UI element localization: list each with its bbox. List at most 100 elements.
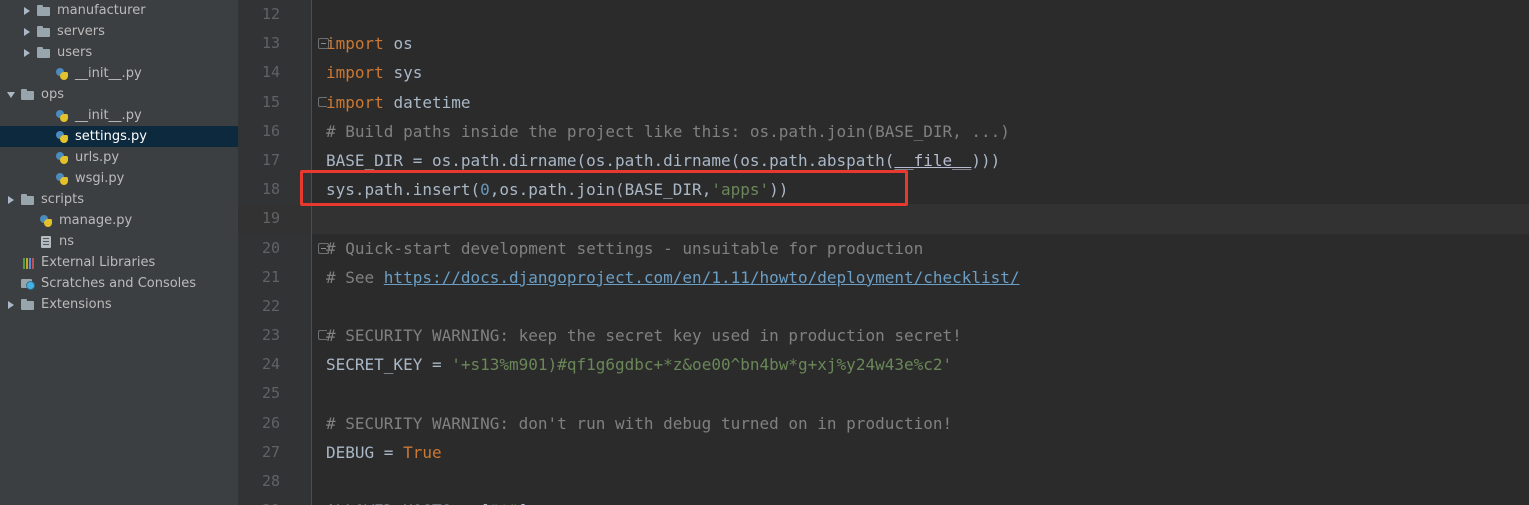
tree-item-label: urls.py xyxy=(75,150,120,165)
line-highlight xyxy=(312,438,1529,467)
code-line-18[interactable]: 18 sys.path.insert(0,os.path.join(BASE_DI… xyxy=(238,175,1529,204)
project-tree-panel[interactable]: manufacturer servers users __init__.py ops __… xyxy=(0,0,238,505)
line-highlight xyxy=(312,88,1529,117)
code-token: import xyxy=(326,92,394,112)
line-number: 28 xyxy=(261,472,280,490)
code-line-14[interactable]: 14 import sys xyxy=(238,58,1529,87)
chevron-down-icon[interactable] xyxy=(6,89,17,100)
tree-item-servers[interactable]: servers xyxy=(0,21,238,42)
tree-item-wsgi-py[interactable]: wsgi.py xyxy=(0,168,238,189)
tree-item-settings-py[interactable]: settings.py xyxy=(0,126,238,147)
code-line-28[interactable]: 28 xyxy=(238,467,1529,496)
code-token: sys xyxy=(393,63,423,83)
folder-icon xyxy=(20,192,36,208)
line-number: 14 xyxy=(261,63,280,82)
code-line-15[interactable]: 15 import datetime xyxy=(238,88,1529,117)
code-lines-container[interactable]: 12 13 import os 14 import sys 15 import dateti… xyxy=(238,0,1529,505)
chevron-right-icon[interactable] xyxy=(6,299,17,310)
fold-region-end-icon[interactable] xyxy=(318,96,327,107)
code-line-13[interactable]: 13 import os xyxy=(238,29,1529,58)
code-token: # See xyxy=(326,267,384,287)
tree-item-label: ns xyxy=(59,234,75,249)
fold-region-end-icon[interactable] xyxy=(318,330,327,341)
code-line-27[interactable]: 27 DEBUG = True xyxy=(238,438,1529,467)
line-number: 21 xyxy=(261,267,280,286)
code-line-17[interactable]: 17 BASE_DIR = os.path.dirname(os.path.dir… xyxy=(238,146,1529,175)
tree-item-ops[interactable]: ops xyxy=(0,84,238,105)
tree-item-external-libraries[interactable]: External Libraries xyxy=(0,252,238,273)
line-number: 22 xyxy=(261,296,280,315)
folder-icon xyxy=(36,24,52,40)
code-line-text: SECRET_KEY = '+s13%m901)#qf1g6gdbc+*z&oe… xyxy=(326,350,952,379)
code-line-21[interactable]: 21 # See https://docs.djangoproject.com/e… xyxy=(238,263,1529,292)
fold-collapse-icon[interactable] xyxy=(318,242,329,254)
tree-item-scratches-and-consoles[interactable]: Scratches and Consoles xyxy=(0,273,238,294)
code-token[interactable]: https://docs.djangoproject.com/en/1.11/h… xyxy=(384,268,1020,287)
line-number: 27 xyxy=(261,442,280,461)
tree-item-label: External Libraries xyxy=(41,255,156,270)
code-line-22[interactable]: 22 xyxy=(238,292,1529,321)
line-highlight xyxy=(312,29,1529,58)
fold-collapse-icon[interactable] xyxy=(318,38,329,50)
code-line-26[interactable]: 26 # SECURITY WARNING: don't run with deb… xyxy=(238,409,1529,438)
line-number: 17 xyxy=(261,150,280,169)
code-line-text: import os xyxy=(326,29,413,58)
folder-icon xyxy=(20,87,36,103)
tree-item-label: servers xyxy=(57,24,105,39)
python-file-icon xyxy=(54,150,70,166)
line-number: 24 xyxy=(261,355,280,374)
line-highlight xyxy=(312,467,1529,496)
tree-item-label: __init__.py xyxy=(75,108,142,123)
python-file-icon xyxy=(54,108,70,124)
chevron-right-icon[interactable] xyxy=(6,194,17,205)
python-file-icon xyxy=(54,66,70,82)
code-token: "*" xyxy=(490,501,519,505)
code-line-text: # SECURITY WARNING: don't run with debug… xyxy=(326,409,952,438)
tree-item-scripts[interactable]: scripts xyxy=(0,189,238,210)
ide-window: manufacturer servers users __init__.py ops __… xyxy=(0,0,1529,505)
tree-item-label: ops xyxy=(41,87,64,102)
tree-item-init-py[interactable]: __init__.py xyxy=(0,63,238,84)
code-token: ALLOWED_HOSTS = [ xyxy=(326,501,490,505)
folder-icon xyxy=(20,297,36,313)
code-token: datetime xyxy=(393,92,471,112)
folder-icon xyxy=(36,3,52,19)
code-line-25[interactable]: 25 xyxy=(238,379,1529,408)
code-token: True xyxy=(403,442,442,462)
tree-item-ns[interactable]: ns xyxy=(0,231,238,252)
chevron-right-icon[interactable] xyxy=(22,26,33,37)
scratches-icon xyxy=(20,276,36,292)
tree-item-manufacturer[interactable]: manufacturer xyxy=(0,0,238,21)
tree-item-init-py[interactable]: __init__.py xyxy=(0,105,238,126)
code-line-12[interactable]: 12 xyxy=(238,0,1529,29)
code-line-20[interactable]: 20 # Quick-start development settings - u… xyxy=(238,234,1529,263)
code-line-24[interactable]: 24 SECRET_KEY = '+s13%m901)#qf1g6gdbc+*z&… xyxy=(238,350,1529,379)
code-token: ,os.path.join(BASE_DIR, xyxy=(489,180,712,200)
tree-item-users[interactable]: users xyxy=(0,42,238,63)
tree-item-label: settings.py xyxy=(75,129,147,144)
code-line-text: # Build paths inside the project like th… xyxy=(326,117,1010,146)
tree-item-extensions[interactable]: Extensions xyxy=(0,294,238,315)
code-line-text: # SECURITY WARNING: keep the secret key … xyxy=(326,321,962,350)
chevron-right-icon[interactable] xyxy=(22,47,33,58)
tree-item-label: Scratches and Consoles xyxy=(41,276,197,291)
python-file-icon xyxy=(38,213,54,229)
code-line-16[interactable]: 16 # Build paths inside the project like … xyxy=(238,117,1529,146)
tree-item-label: __init__.py xyxy=(75,66,142,81)
code-editor[interactable]: 12 13 import os 14 import sys 15 import dateti… xyxy=(238,0,1529,505)
code-line-text: import sys xyxy=(326,58,422,87)
code-line-23[interactable]: 23 # SECURITY WARNING: keep the secret ke… xyxy=(238,321,1529,350)
code-line-19[interactable]: 19 xyxy=(238,204,1529,234)
text-file-icon xyxy=(38,234,54,250)
line-number: 13 xyxy=(261,34,280,53)
tree-item-label: manage.py xyxy=(59,213,133,228)
code-line-29[interactable]: 29 ALLOWED_HOSTS = ["*"] xyxy=(238,496,1529,505)
chevron-right-icon[interactable] xyxy=(22,5,33,16)
tree-item-manage-py[interactable]: manage.py xyxy=(0,210,238,231)
tree-item-urls-py[interactable]: urls.py xyxy=(0,147,238,168)
